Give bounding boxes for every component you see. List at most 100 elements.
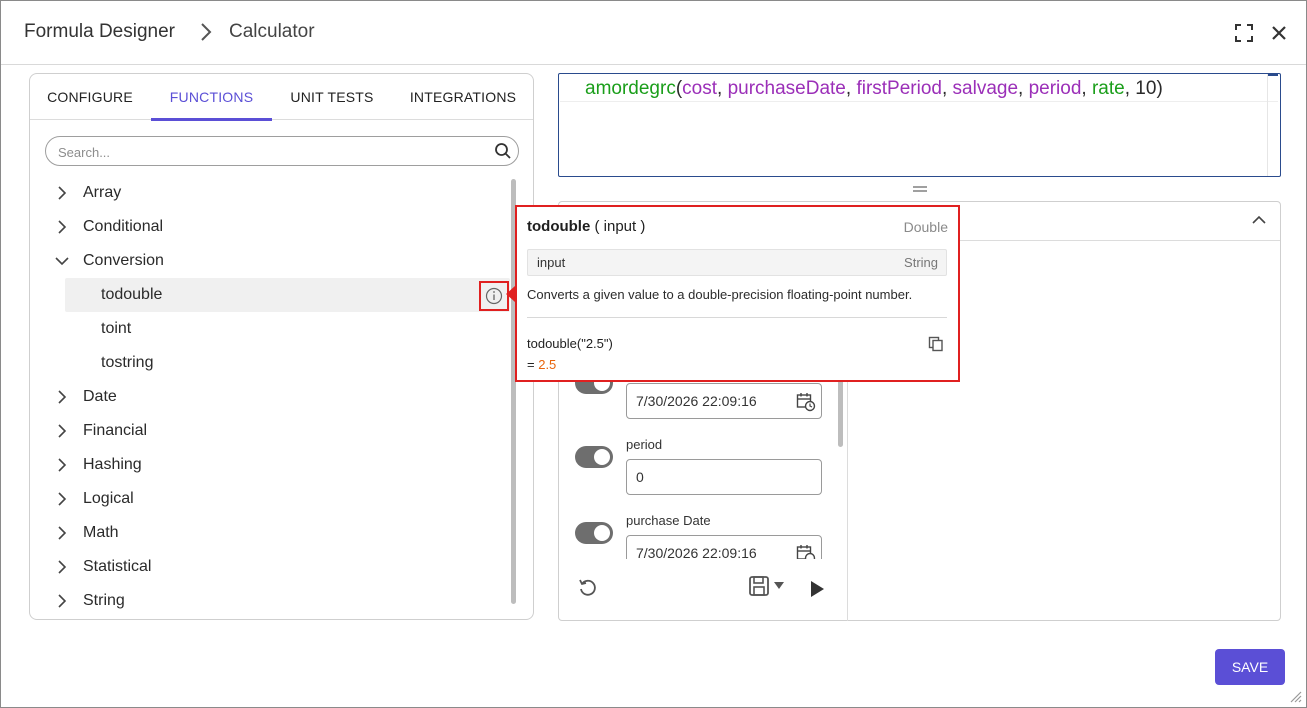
calendar-clock-icon[interactable] [796,544,816,559]
chevron-right-icon [201,23,212,41]
formula-comma: , [845,78,857,99]
chevron-right-icon [58,458,67,472]
param-value: 7/30/2026 22:09:16 [636,393,757,409]
caret-down-icon[interactable] [774,582,784,590]
chevron-down-icon [55,257,69,266]
save-icon[interactable] [748,575,770,597]
popover-description: Converts a given value to a double-preci… [527,287,913,302]
chevron-right-icon [58,424,67,438]
formula-arg: cost [682,78,718,99]
popover-result-value: 2.5 [538,357,557,372]
tree-item-conversion[interactable]: Conversion [30,244,533,278]
tree-item-label: Date [83,388,117,405]
search-icon[interactable] [494,142,512,160]
formula-function: amordegrc [585,78,676,99]
function-info-popover: todouble ( input ) Double input String C… [515,205,960,382]
tree-item-array[interactable]: Array [30,176,533,210]
formula-comma: , [1081,78,1092,99]
tree-item-label: Logical [83,490,134,507]
tree-subitem-toint[interactable]: toint [65,312,510,346]
tree-subitem-label: todouble [101,286,163,303]
param-scrollbar[interactable] [838,377,843,447]
tree-item-label: Conversion [83,252,164,269]
tree-item-date[interactable]: Date [30,380,533,414]
formula-arg: salvage [952,78,1019,99]
param-purchase-date-field[interactable]: 7/30/2026 22:09:16 [626,535,822,559]
formula-designer-dialog: Formula Designer Calculator CONFIGURE FU… [0,0,1307,708]
param-toggle[interactable] [575,446,613,468]
formula-paren-close: ) [1156,78,1163,99]
tree-subitem-label: tostring [101,354,154,371]
chevron-up-icon[interactable] [1252,215,1266,225]
tree-item-statistical[interactable]: Statistical [30,550,533,584]
formula-comma: , [1018,78,1029,99]
popover-param-type: String [904,255,938,270]
fullscreen-icon[interactable] [1234,23,1254,43]
copy-icon[interactable] [928,336,944,352]
resize-grip-icon[interactable] [1288,689,1302,703]
breadcrumb-root[interactable]: Formula Designer [24,21,175,43]
formula-arg-function: rate [1091,78,1125,99]
param-value: 7/30/2026 22:09:16 [636,545,757,559]
search-input[interactable] [58,142,478,162]
param-label: purchase Date [626,513,711,528]
popover-arrow [506,286,515,302]
param-label: period [626,437,663,452]
run-icon[interactable] [809,580,825,598]
tree-item-label: Array [83,184,122,201]
param-toggle[interactable] [575,522,613,544]
editor-scroll-marker [1268,74,1278,76]
tree-item-string[interactable]: String [30,584,533,618]
chevron-right-icon [58,560,67,574]
tree-item-financial[interactable]: Financial [30,414,533,448]
functions-panel: CONFIGURE FUNCTIONS UNIT TESTS INTEGRATI… [29,73,534,620]
tree-item-logical[interactable]: Logical [30,482,533,516]
param-date-field[interactable]: 7/30/2026 22:09:16 [626,383,822,419]
formula-arg: period [1028,78,1082,99]
tab-bar: CONFIGURE FUNCTIONS UNIT TESTS INTEGRATI… [30,74,533,121]
tree-item-label: String [83,592,125,609]
tab-configure[interactable]: CONFIGURE [30,74,150,120]
info-button[interactable] [479,281,509,311]
formula-comma: , [717,78,728,99]
tree-item-conditional[interactable]: Conditional [30,210,533,244]
tree-item-label: Conditional [83,218,164,235]
tree-subitem-todouble[interactable]: todouble [65,278,510,312]
formula-number: 10 [1135,78,1157,99]
tree-item-label: Hashing [83,456,142,473]
tree-item-math[interactable]: Math [30,516,533,550]
tab-functions[interactable]: FUNCTIONS [151,74,272,121]
popover-example: todouble("2.5") [527,336,613,351]
popover-title: todouble ( input ) [527,218,645,235]
popover-return-type: Double [903,219,948,235]
popover-divider [527,317,947,318]
save-button[interactable]: SAVE [1215,649,1285,685]
popover-signature: ( input ) [594,218,646,235]
tree-item-label: Financial [83,422,148,439]
breadcrumb-current: Calculator [229,21,315,42]
editor-gutter-line [1267,74,1268,176]
tree-item-label: Math [83,524,119,541]
popover-param-row: input String [527,249,947,276]
formula-comma: , [1124,78,1136,99]
formula-code: amordegrc(cost, purchaseDate, firstPerio… [585,78,1163,100]
formula-editor[interactable]: amordegrc(cost, purchaseDate, firstPerio… [558,73,1281,177]
chevron-right-icon [58,390,67,404]
resize-handle[interactable] [913,186,927,192]
formula-comma: , [941,78,953,99]
param-date-clip: 7/30/2026 22:09:16 [626,535,822,559]
chevron-right-icon [58,186,67,200]
reset-icon[interactable] [577,576,599,598]
tab-integrations[interactable]: INTEGRATIONS [392,74,533,120]
tree-item-hashing[interactable]: Hashing [30,448,533,482]
close-icon[interactable] [1269,23,1289,43]
chevron-right-icon [58,594,67,608]
calendar-clock-icon[interactable] [796,392,816,412]
param-period-field[interactable]: 0 [626,459,822,495]
popover-function-name: todouble [527,218,591,235]
formula-arg: firstPeriod [856,78,942,99]
search-box [45,136,519,166]
tree-subitem-tostring[interactable]: tostring [65,346,510,380]
tab-unit-tests[interactable]: UNIT TESTS [272,74,392,120]
chevron-right-icon [58,492,67,506]
